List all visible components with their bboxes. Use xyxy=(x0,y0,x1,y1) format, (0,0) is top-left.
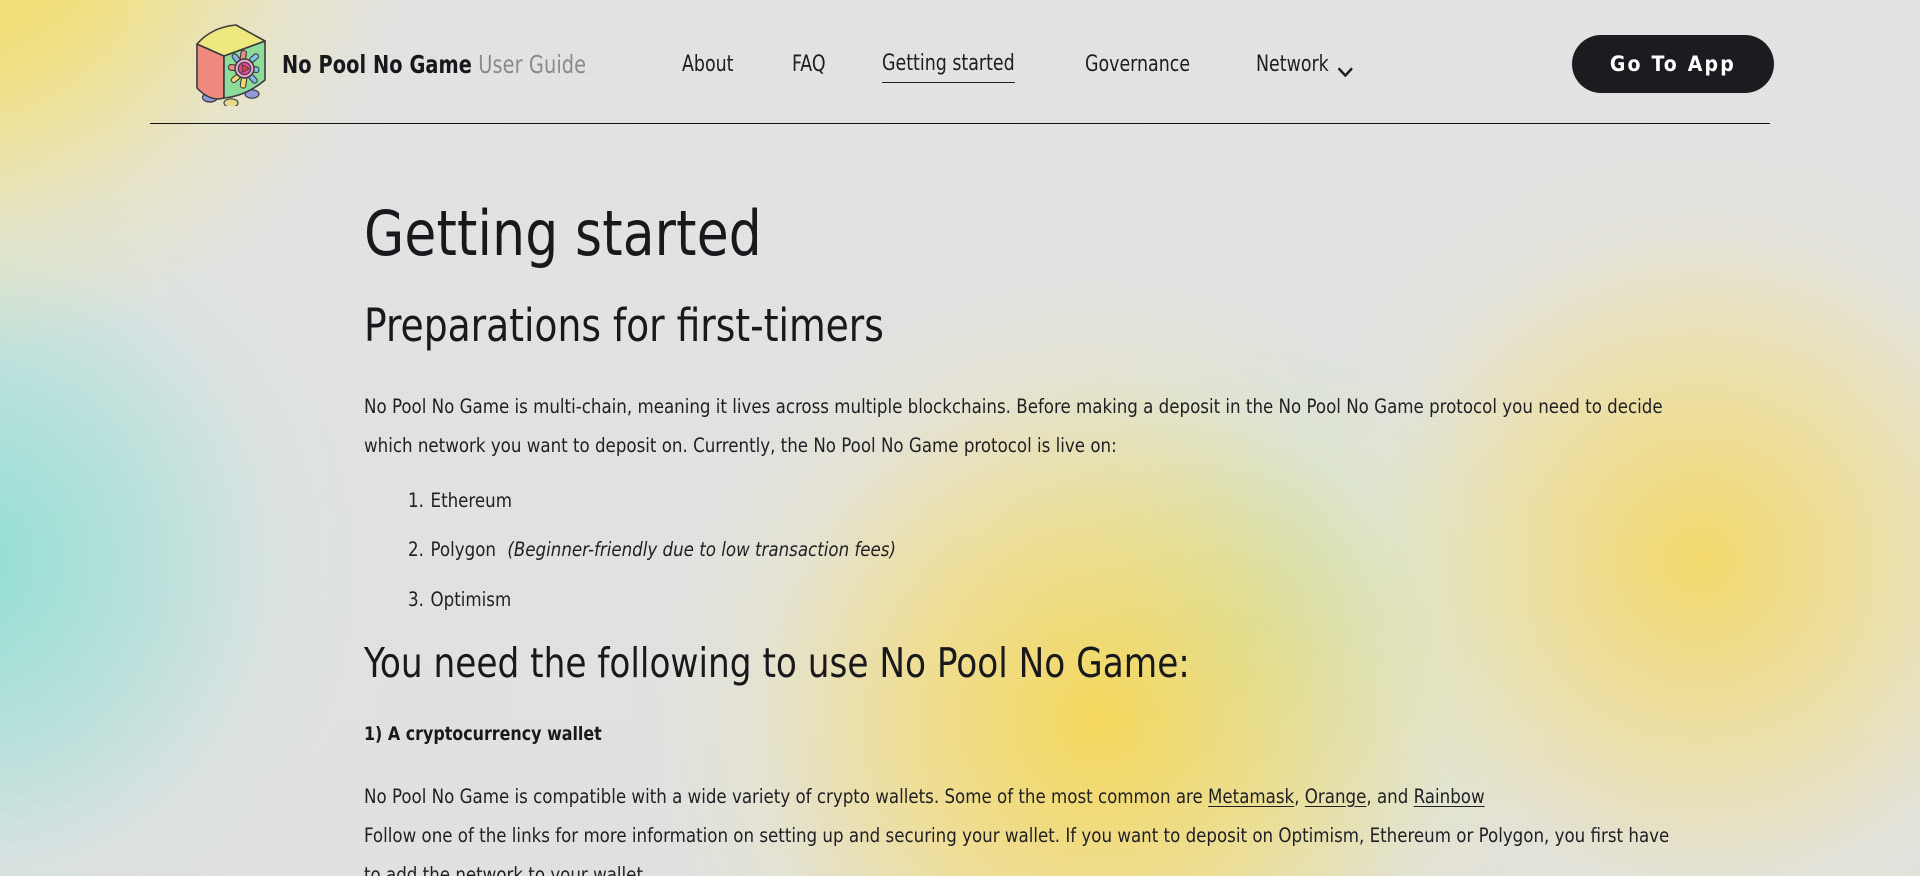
follow-links-paragraph: Follow one of the links for more informa… xyxy=(364,824,1670,876)
list-item-label: Polygon xyxy=(430,538,496,562)
nav-link-about[interactable]: About xyxy=(682,46,733,83)
page-root: No Pool No Game User Guide About FAQ Get… xyxy=(0,0,1920,876)
list-item: 2. Polygon (Beginner-friendly due to low t… xyxy=(408,540,1675,560)
link-rainbow[interactable]: Rainbow xyxy=(1414,785,1485,808)
nav-link-governance[interactable]: Governance xyxy=(1085,46,1190,83)
list-item-number: 2. xyxy=(408,538,424,562)
requirement-1-title: 1) A cryptocurrency wallet xyxy=(364,723,602,746)
header-divider xyxy=(150,123,1770,124)
list-item: 3. Optimism xyxy=(408,587,1675,611)
brand-home-link[interactable]: No Pool No Game User Guide xyxy=(194,22,636,106)
nav-link-network[interactable]: Network xyxy=(1256,46,1353,83)
main-navigation: About FAQ Getting started Governance Net… xyxy=(682,45,1572,83)
site-header: No Pool No Game User Guide About FAQ Get… xyxy=(0,0,1920,155)
cube-vault-logo-icon xyxy=(194,22,268,106)
chevron-down-icon xyxy=(1338,59,1353,77)
separator-text: , xyxy=(1294,785,1305,809)
list-item-note: (Beginner-friendly due to low transactio… xyxy=(507,538,897,562)
nav-link-network-label: Network xyxy=(1256,51,1330,77)
link-metamask[interactable]: Metamask xyxy=(1208,785,1294,808)
go-to-app-button[interactable]: Go To App xyxy=(1571,35,1774,93)
page-title: Getting started xyxy=(364,197,762,270)
list-item: 1. Ethereum xyxy=(408,488,1675,512)
nav-link-getting-started[interactable]: Getting started xyxy=(882,45,1015,83)
list-item-number: 3. xyxy=(408,587,424,611)
wallets-paragraph-text: No Pool No Game is compatible with a wid… xyxy=(364,785,1209,809)
list-item-label: Ethereum xyxy=(430,488,512,512)
link-orange[interactable]: Orange xyxy=(1305,785,1367,808)
wallets-paragraph: No Pool No Game is compatible with a wid… xyxy=(364,777,1673,816)
brand-subtitle: User Guide xyxy=(478,49,587,79)
brand-text: No Pool No Game User Guide xyxy=(282,50,586,79)
brand-name: No Pool No Game xyxy=(282,49,473,79)
separator-text: , and xyxy=(1366,785,1414,809)
list-item-number: 1. xyxy=(408,488,424,512)
section-title-preparations: Preparations for first-timers xyxy=(364,299,884,353)
main-content: Getting started Preparations for first-t… xyxy=(138,155,1782,876)
intro-paragraph: No Pool No Game is multi-chain, meaning … xyxy=(364,394,1663,457)
supported-networks-list: 1. Ethereum 2. Polygon (Beginner-friendly d… xyxy=(364,488,1742,611)
nav-link-faq[interactable]: FAQ xyxy=(792,46,826,83)
requirements-heading: You need the following to use No Pool No… xyxy=(364,639,1190,688)
list-item-label: Optimism xyxy=(430,587,512,611)
